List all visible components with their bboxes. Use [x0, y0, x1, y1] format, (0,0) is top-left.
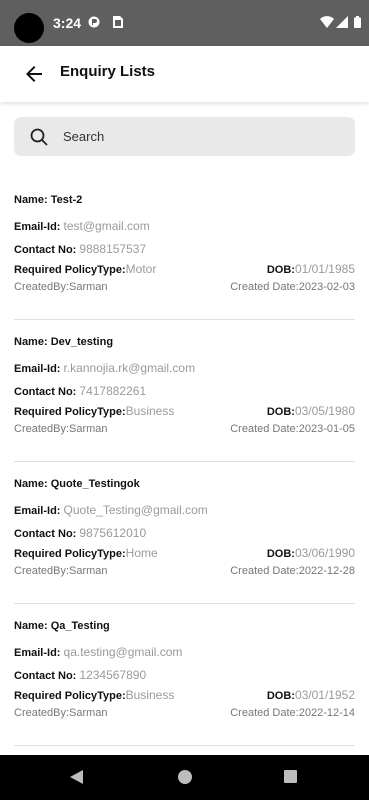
dob-label: DOB: [266, 406, 295, 418]
policy-type-label: Required PolicyType: [14, 690, 126, 702]
enquiry-list: Name: Test-2 Email-Id: test@gmail.com Co… [14, 178, 355, 746]
email-label: Email-Id: [14, 647, 64, 659]
enquiry-card[interactable]: Name: Dev_testing Email-Id: r.kannojia.r… [14, 320, 355, 462]
battery-icon [354, 15, 361, 33]
nav-home-icon[interactable] [178, 770, 192, 784]
enquiry-card[interactable]: Name: Test-2 Email-Id: test@gmail.com Co… [14, 178, 355, 320]
vpn-icon [88, 15, 100, 33]
arrow-left-icon [26, 66, 42, 82]
email-label: Email-Id: [14, 221, 64, 233]
search-icon [30, 128, 48, 151]
enquiry-created-by: Sarman [69, 565, 108, 577]
enquiry-email: test@gmail.com [63, 219, 150, 233]
name-label: Name: [14, 620, 51, 632]
policy-type-label: Required PolicyType: [14, 264, 126, 276]
email-label: Email-Id: [14, 505, 64, 517]
enquiry-email: Quote_Testing@gmail.com [63, 503, 208, 517]
enquiry-policy-type: Business [125, 404, 175, 418]
created-date-label: Created Date: [230, 281, 299, 293]
camera-cutout [14, 13, 44, 43]
contact-label: Contact No: [14, 528, 80, 540]
enquiry-policy-type: Home [125, 546, 158, 560]
search-placeholder: Search [63, 129, 105, 144]
enquiry-dob: 03/06/1990 [294, 546, 355, 560]
search-input[interactable]: Search [14, 117, 355, 156]
status-time: 3:24 [53, 15, 82, 31]
page-title: Enquiry Lists [60, 63, 156, 80]
name-label: Name: [14, 194, 51, 206]
enquiry-created-by: Sarman [69, 281, 108, 293]
enquiry-created-date: 2023-02-03 [298, 281, 355, 293]
created-date-label: Created Date: [230, 565, 299, 577]
enquiry-created-date: 2022-12-28 [298, 565, 355, 577]
contact-label: Contact No: [14, 670, 80, 682]
contact-label: Contact No: [14, 244, 80, 256]
back-button[interactable] [22, 62, 48, 86]
enquiry-contact: 9888157537 [79, 242, 147, 256]
policy-type-label: Required PolicyType: [14, 548, 126, 560]
enquiry-name: Test-2 [50, 194, 83, 206]
enquiry-email: r.kannojia.rk@gmail.com [63, 361, 196, 375]
name-label: Name: [14, 478, 51, 490]
enquiry-dob: 03/05/1980 [294, 404, 355, 418]
created-by-label: CreatedBy: [14, 707, 70, 719]
enquiry-policy-type: Business [125, 688, 175, 702]
status-bar: 3:24 [0, 0, 369, 46]
nav-back-icon[interactable] [70, 770, 84, 789]
nav-recents-icon[interactable] [284, 770, 297, 783]
enquiry-policy-type: Motor [125, 262, 157, 276]
dob-label: DOB: [266, 264, 295, 276]
created-date-label: Created Date: [230, 707, 299, 719]
dob-label: DOB: [266, 548, 295, 560]
created-by-label: CreatedBy: [14, 423, 70, 435]
enquiry-created-date: 2022-12-14 [298, 707, 355, 719]
enquiry-dob: 03/01/1952 [294, 688, 355, 702]
policy-type-label: Required PolicyType: [14, 406, 126, 418]
enquiry-name: Quote_Testingok [50, 478, 140, 490]
dob-label: DOB: [266, 690, 295, 702]
enquiry-name: Dev_testing [50, 336, 114, 348]
enquiry-card[interactable]: Name: Quote_Testingok Email-Id: Quote_Te… [14, 462, 355, 604]
sim-icon [113, 15, 123, 33]
name-label: Name: [14, 336, 51, 348]
enquiry-email: qa.testing@gmail.com [63, 645, 183, 659]
created-by-label: CreatedBy: [14, 281, 70, 293]
system-nav-bar [0, 755, 369, 800]
enquiry-contact: 7417882261 [79, 384, 147, 398]
wifi-icon [320, 15, 334, 33]
enquiry-dob: 01/01/1985 [294, 262, 355, 276]
signal-icon [336, 15, 348, 33]
enquiry-name: Qa_Testing [50, 620, 110, 632]
contact-label: Contact No: [14, 386, 80, 398]
enquiry-created-by: Sarman [69, 707, 108, 719]
enquiry-contact: 9875612010 [79, 526, 147, 540]
email-label: Email-Id: [14, 363, 64, 375]
enquiry-created-date: 2023-01-05 [298, 423, 355, 435]
created-date-label: Created Date: [230, 423, 299, 435]
enquiry-card[interactable]: Name: Qa_Testing Email-Id: qa.testing@gm… [14, 604, 355, 746]
enquiry-contact: 1234567890 [79, 668, 147, 682]
app-bar: Enquiry Lists [0, 46, 369, 102]
created-by-label: CreatedBy: [14, 565, 70, 577]
enquiry-created-by: Sarman [69, 423, 108, 435]
